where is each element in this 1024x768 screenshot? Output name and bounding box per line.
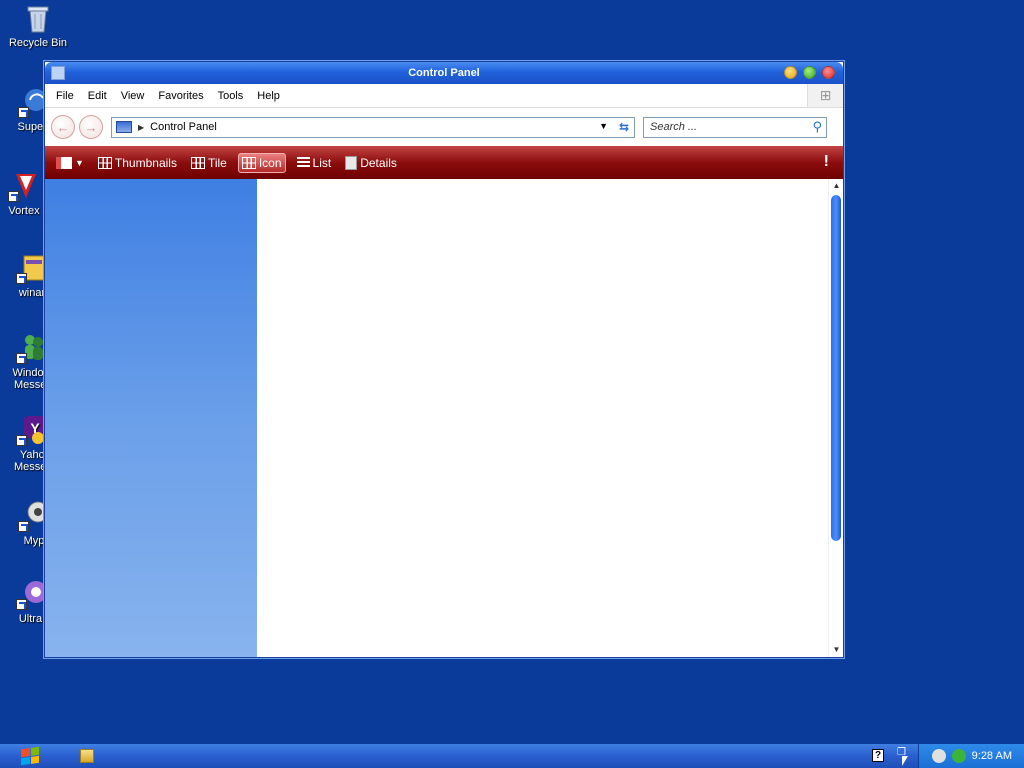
refresh-icon[interactable]: ⇆ bbox=[619, 120, 629, 134]
menu-favorites[interactable]: Favorites bbox=[151, 87, 210, 105]
system-tray: 9:28 AM bbox=[918, 744, 1024, 768]
warning-icon[interactable]: ! bbox=[824, 153, 829, 171]
task-pane bbox=[45, 179, 257, 657]
menu-edit[interactable]: Edit bbox=[81, 87, 114, 105]
menu-tools[interactable]: Tools bbox=[211, 87, 251, 105]
view-icon-button[interactable]: Icon bbox=[237, 152, 286, 173]
vertical-scrollbar[interactable]: ▲ ▼ bbox=[828, 179, 843, 657]
view-toolbar: ▼ Thumbnails Tile Icon List Details ! bbox=[45, 146, 843, 179]
address-path: Control Panel bbox=[150, 121, 217, 133]
address-dropdown-icon[interactable]: ▼ bbox=[599, 121, 608, 131]
close-button[interactable] bbox=[822, 66, 835, 79]
windows-logo-icon: ⊞ bbox=[807, 84, 843, 107]
menu-view[interactable]: View bbox=[114, 87, 152, 105]
window-content: ▲ ▼ bbox=[45, 179, 843, 657]
view-label: Details bbox=[360, 155, 397, 170]
forward-arrow-icon: → bbox=[84, 119, 98, 135]
recycle-bin-icon bbox=[22, 2, 54, 34]
list-icon bbox=[296, 156, 310, 169]
main-pane[interactable]: ▲ ▼ bbox=[257, 179, 843, 657]
forward-button[interactable]: → bbox=[79, 115, 103, 139]
search-placeholder: Search ... bbox=[650, 121, 698, 133]
scroll-up-icon[interactable]: ▲ bbox=[829, 179, 844, 193]
minimize-button[interactable] bbox=[784, 66, 797, 79]
view-thumbnails-button[interactable]: Thumbnails bbox=[95, 153, 180, 173]
menu-bar: File Edit View Favorites Tools Help ⊞ bbox=[45, 84, 843, 108]
view-list-button[interactable]: List bbox=[294, 153, 335, 173]
menu-file[interactable]: File bbox=[49, 87, 81, 105]
folder-icon[interactable] bbox=[80, 749, 94, 763]
help-icon[interactable]: ? bbox=[872, 749, 884, 762]
control-panel-small-icon bbox=[116, 121, 132, 133]
view-details-button[interactable]: Details bbox=[342, 153, 400, 173]
mouse-cursor-icon bbox=[902, 756, 908, 766]
control-panel-icon bbox=[51, 66, 65, 80]
window-title: Control Panel bbox=[408, 67, 480, 79]
chevron-down-icon: ▼ bbox=[75, 157, 84, 168]
maximize-button[interactable] bbox=[803, 66, 816, 79]
view-label: Thumbnails bbox=[114, 155, 177, 170]
start-button[interactable] bbox=[0, 744, 60, 768]
windows-flag-icon bbox=[21, 746, 39, 766]
view-label: Tile bbox=[207, 155, 227, 170]
desktop-icon-recycle-bin[interactable]: Recycle Bin bbox=[0, 2, 76, 49]
security-shield-icon[interactable] bbox=[951, 749, 966, 763]
address-field[interactable]: ▶ Control Panel ▼ ⇆ bbox=[111, 116, 635, 138]
icon-view-icon bbox=[241, 156, 256, 169]
control-panel-window: Control Panel File Edit View Favorites T… bbox=[44, 61, 844, 658]
title-bar[interactable]: Control Panel bbox=[45, 62, 843, 84]
back-button[interactable]: ← bbox=[51, 115, 75, 139]
view-label: List bbox=[312, 155, 332, 170]
breadcrumb-arrow-icon: ▶ bbox=[138, 122, 145, 132]
thumbnails-icon bbox=[97, 156, 112, 169]
back-arrow-icon: ← bbox=[56, 119, 70, 135]
menu-help[interactable]: Help bbox=[250, 87, 287, 105]
search-icon[interactable]: ⚲ bbox=[812, 119, 822, 135]
view-pane-icon bbox=[56, 156, 72, 169]
address-bar-row: ← → ▶ Control Panel ▼ ⇆ Search ... ⚲ bbox=[45, 108, 843, 146]
view-menu-button[interactable]: ▼ bbox=[53, 154, 87, 172]
desktop-icon-label: Recycle Bin bbox=[8, 37, 68, 49]
taskbar: ? ❐ 9:28 AM bbox=[0, 744, 1024, 768]
network-icon[interactable] bbox=[931, 749, 946, 763]
view-label: Icon bbox=[258, 155, 282, 170]
details-icon bbox=[345, 155, 358, 170]
search-box[interactable]: Search ... ⚲ bbox=[643, 116, 827, 138]
view-tile-button[interactable]: Tile bbox=[188, 153, 230, 173]
scrollbar-thumb[interactable] bbox=[831, 195, 841, 541]
vortex-shortcut-icon bbox=[8, 170, 40, 202]
clock[interactable]: 9:28 AM bbox=[972, 750, 1012, 762]
scroll-down-icon[interactable]: ▼ bbox=[829, 643, 844, 657]
tile-icon bbox=[190, 156, 205, 169]
